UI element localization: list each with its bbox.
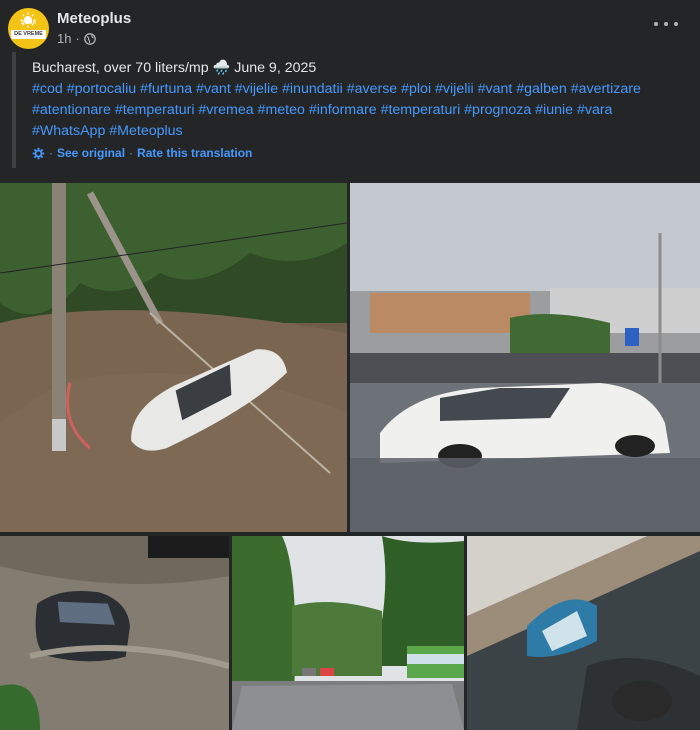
post-time-link[interactable]: 1h <box>57 31 71 46</box>
post-date-text: June 9, 2025 <box>234 60 317 76</box>
post-text: Bucharest, over 70 liters/mp 🌧️ June 9, … <box>32 58 687 142</box>
translation-controls: · See original · Rate this translation <box>32 146 252 160</box>
privacy-globe-icon[interactable] <box>83 32 96 45</box>
more-options-icon[interactable] <box>654 14 678 34</box>
photo-grid <box>0 183 700 730</box>
photo-flooded-street-white-car[interactable] <box>0 183 347 532</box>
post-meta: 1h · <box>57 31 96 46</box>
rate-translation-link[interactable]: Rate this translation <box>137 146 252 160</box>
photo-flooded-underpass-canopy[interactable] <box>467 536 700 730</box>
photo-dark-car-in-water[interactable] <box>0 536 229 730</box>
translate-gear-icon <box>32 147 45 159</box>
page-name-link[interactable]: Meteoplus <box>57 10 131 27</box>
post-location-text: Bucharest, over 70 liters/mp <box>32 60 209 76</box>
meta-separator: · <box>75 31 80 46</box>
translate-separator-dot: · <box>49 146 53 160</box>
post-header: Sunlit DE VREME Meteoplus 1h · <box>0 0 700 50</box>
see-original-link[interactable]: See original <box>57 146 125 160</box>
translate-separator: · <box>129 146 134 160</box>
rain-cloud-emoji: 🌧️ <box>212 60 231 76</box>
photo-flooded-parking-white-sedan[interactable] <box>350 183 700 532</box>
post-first-line: Bucharest, over 70 liters/mp 🌧️ June 9, … <box>32 58 687 79</box>
page-avatar[interactable]: Sunlit DE VREME <box>8 8 49 49</box>
photo-flooded-road-trees-tram[interactable] <box>232 536 464 730</box>
translation-quote-bar <box>12 52 16 168</box>
avatar-brand-top: Sunlit <box>20 20 37 26</box>
post-hashtags[interactable]: #cod #portocaliu #furtuna #vant #vijelie… <box>32 79 687 142</box>
avatar-brand-bottom: DE VREME <box>11 30 46 39</box>
